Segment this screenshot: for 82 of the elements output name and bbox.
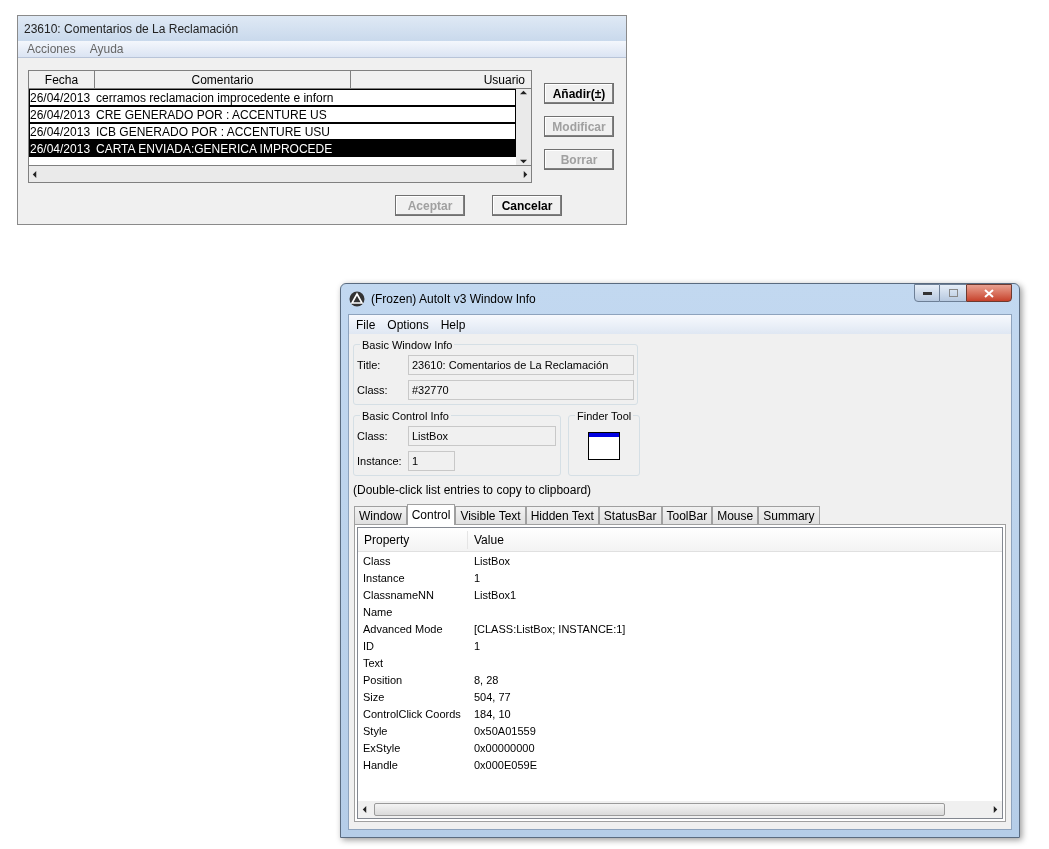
column-header[interactable]: Fecha <box>29 71 95 88</box>
value-cell-text: ListBox1 <box>473 588 517 604</box>
scroll-right-icon[interactable] <box>522 170 529 178</box>
value-cell-text: 0x000E059E <box>473 758 537 774</box>
property-cell-text: Handle <box>362 758 399 774</box>
scroll-left-icon[interactable] <box>31 170 38 178</box>
close-icon <box>984 288 994 298</box>
field-label: Title: <box>357 357 382 373</box>
property-cell-text: Name <box>362 605 394 621</box>
property-cell-text: ClassnameNN <box>362 588 435 604</box>
add-button[interactable]: Añadir(±) <box>544 83 614 104</box>
window-title: 23610: Comentarios de La Reclamación <box>24 20 239 38</box>
comment-cell-text: cerramos reclamacion improcedente e inforn <box>95 90 335 105</box>
menu-item[interactable]: Help <box>440 315 466 334</box>
value-field[interactable]: 23610: Comentarios de La Reclamación <box>408 355 634 375</box>
property-cell-text: Text <box>362 656 385 672</box>
tab[interactable]: Summary <box>758 506 820 524</box>
tab[interactable]: Hidden Text <box>525 506 599 524</box>
value-cell-text: 0x00000000 <box>473 741 535 757</box>
property-cell-text: Style <box>362 724 389 740</box>
app-logo-icon <box>349 291 365 307</box>
tab[interactable]: StatusBar <box>598 506 662 524</box>
property-cell-text: ID <box>362 639 375 655</box>
vertical-scrollbar[interactable] <box>516 89 531 165</box>
scroll-right-icon[interactable] <box>992 806 999 813</box>
list-row[interactable]: 26/04/2013 cerramos reclamacion improcedente e inforn <box>29 89 516 106</box>
property-cell-text: Advanced Mode <box>362 622 444 638</box>
field-label: Instance: <box>357 453 403 469</box>
value-field[interactable]: #32770 <box>408 380 634 400</box>
value-cell-text: 8, 28 <box>473 673 499 689</box>
column-header[interactable]: Usuario <box>351 71 531 88</box>
date-cell-text: 26/04/2013 <box>30 141 92 156</box>
comment-cell-text: CRE GENERADO POR : ACCENTURE US <box>95 107 328 122</box>
column-header[interactable]: Value <box>468 530 504 549</box>
minimize-icon <box>922 291 932 295</box>
column-header[interactable]: Comentario <box>95 71 351 88</box>
value-cell-text: 0x50A01559 <box>473 724 536 740</box>
tab[interactable]: Mouse <box>712 506 759 524</box>
menu-item[interactable]: Acciones <box>27 40 76 58</box>
dialog-button[interactable]: Cancelar <box>492 195 562 216</box>
menu-item[interactable]: Options <box>387 315 429 334</box>
field-label: Class: <box>357 382 389 398</box>
property-cell-text: Position <box>362 673 404 689</box>
comment-cell-text: ICB GENERADO POR : ACCENTURE USU <box>95 124 332 139</box>
minimize-button[interactable] <box>914 284 940 302</box>
value-cell-text: ListBox <box>473 554 511 570</box>
tab[interactable]: Window <box>354 506 407 524</box>
hint-text: (Double-click list entries to copy to clipboard) <box>352 482 593 499</box>
menu-item[interactable]: File <box>356 315 376 334</box>
comment-cell-text: CARTA ENVIADA:GENERICA IMPROCEDE <box>95 141 334 156</box>
property-cell-text: Class <box>362 554 392 570</box>
menu-item[interactable]: Ayuda <box>89 40 124 58</box>
tab[interactable]: ToolBar <box>661 506 713 524</box>
column-header[interactable]: Property <box>358 530 468 549</box>
window-icon[interactable] <box>588 432 620 460</box>
value-cell-text: 184, 10 <box>473 707 511 723</box>
property-cell-text: ExStyle <box>362 741 402 757</box>
date-cell-text: 26/04/2013 <box>30 90 92 105</box>
field-label: Class: <box>357 428 389 444</box>
property-cell-text: Size <box>362 690 386 706</box>
tab[interactable]: Visible Text <box>455 506 526 524</box>
scroll-thumb[interactable] <box>374 803 945 816</box>
date-cell-text: 26/04/2013 <box>30 107 92 122</box>
value-cell-text: 1 <box>473 639 481 655</box>
date-cell-text: 26/04/2013 <box>30 124 92 139</box>
list-row[interactable]: 26/04/2013 CRE GENERADO POR : ACCENTURE US <box>29 106 516 123</box>
close-button[interactable] <box>966 284 1012 302</box>
horizontal-scrollbar[interactable] <box>29 165 531 182</box>
horizontal-scrollbar[interactable] <box>358 801 1002 818</box>
value-cell-text: 504, 77 <box>473 690 511 706</box>
property-cell-text: Instance <box>362 571 406 587</box>
tab[interactable]: Control <box>406 504 456 525</box>
value-field[interactable]: 1 <box>408 451 455 471</box>
maximize-icon <box>948 289 958 297</box>
list-row[interactable]: 26/04/2013 ICB GENERADO POR : ACCENTURE USU <box>29 123 516 140</box>
list-row[interactable]: 26/04/2013 CARTA ENVIADA:GENERICA IMPROCEDE <box>29 140 516 157</box>
window-title: (Frozen) AutoIt v3 Window Info <box>371 291 537 308</box>
property-cell-text: ControlClick Coords <box>362 707 462 723</box>
scroll-left-icon[interactable] <box>361 806 368 813</box>
value-cell-text: 1 <box>473 571 481 587</box>
value-field[interactable]: ListBox <box>408 426 556 446</box>
value-cell-text: [CLASS:ListBox; INSTANCE:1] <box>473 622 626 638</box>
